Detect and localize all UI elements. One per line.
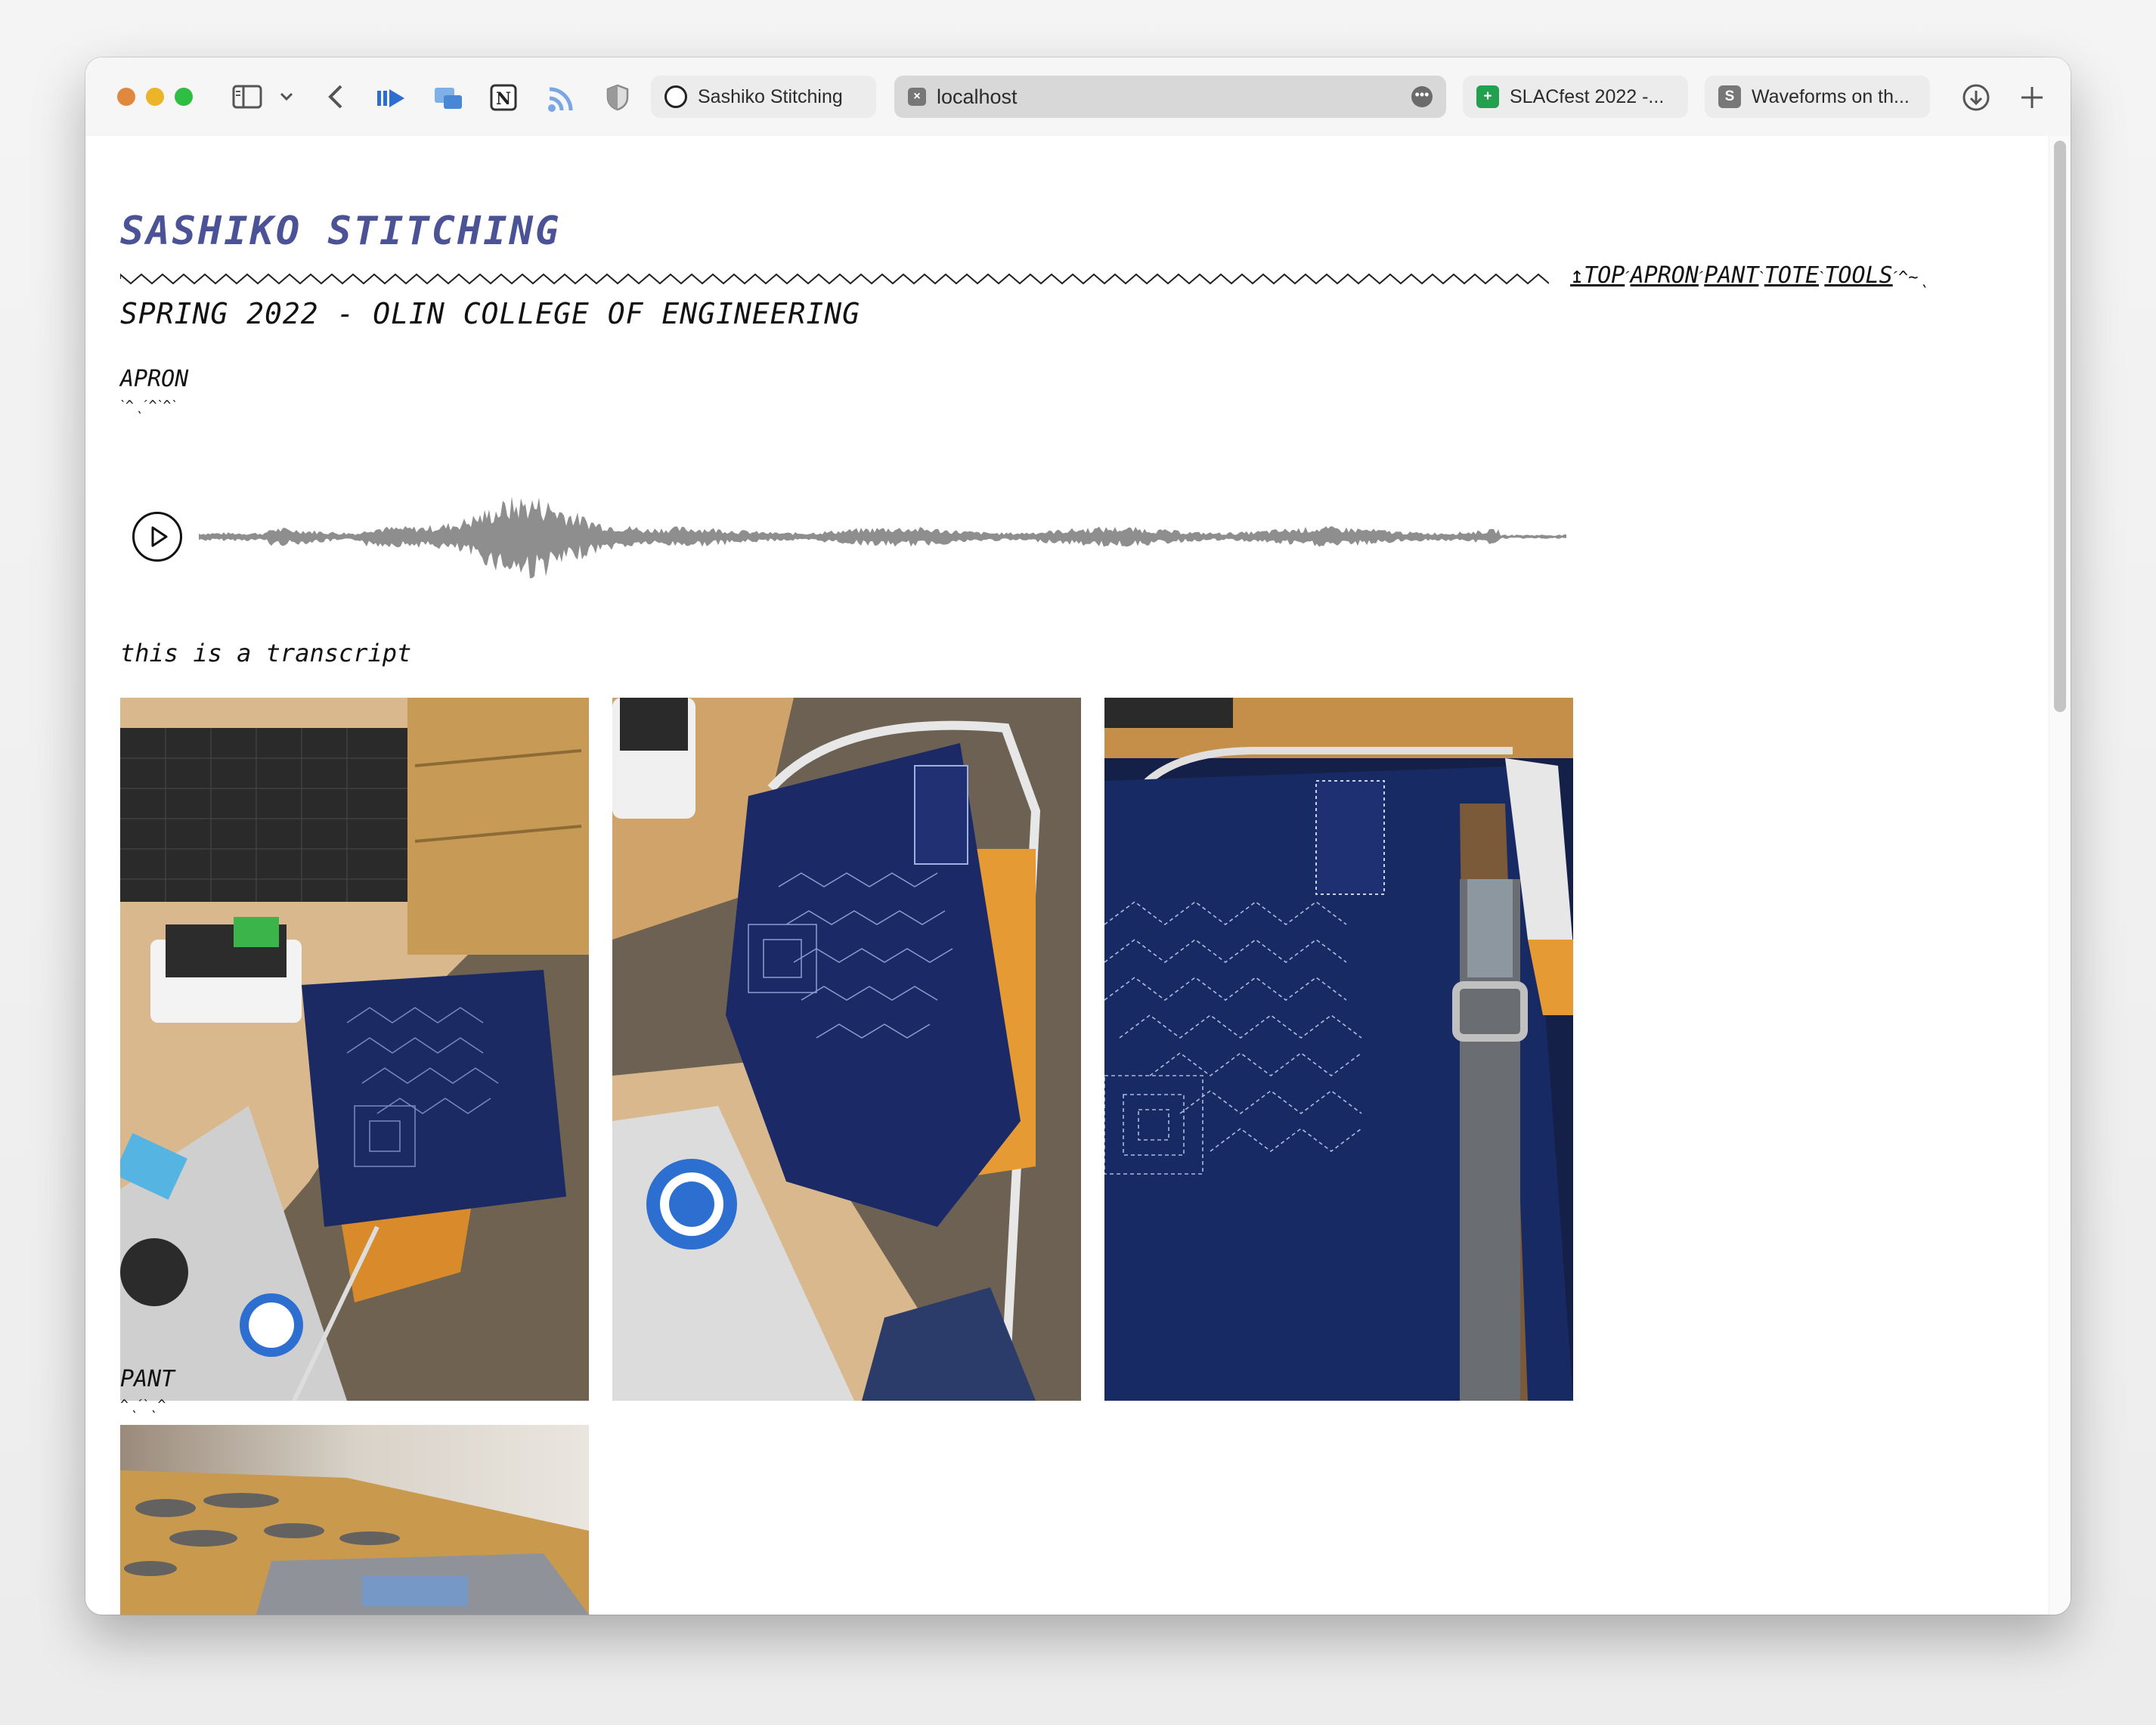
section-heading-apron: APRON [120, 366, 189, 392]
nav-separator: ˋ [1758, 268, 1764, 287]
more-icon[interactable]: ••• [1411, 86, 1433, 107]
apron-photo-desk [120, 698, 589, 1401]
tab-title: Sashiko Stitching [698, 85, 843, 107]
back-icon[interactable] [326, 83, 345, 110]
nav-separator: ˊ [1625, 268, 1631, 287]
browser-toolbar: N Sashiko Stitching × localhost ••• + SL… [85, 57, 2071, 137]
transcript-text: this is a transcript [120, 639, 412, 667]
notion-icon[interactable]: N [489, 83, 518, 112]
section-heading-pant: PANT [120, 1366, 175, 1392]
rss-icon[interactable] [547, 83, 577, 113]
tab-title: localhost [937, 85, 1018, 108]
nav-tote-link[interactable]: TOTE [1764, 262, 1819, 289]
download-icon[interactable] [1962, 83, 1990, 112]
scrollbar-thumb[interactable] [2054, 141, 2066, 712]
section-underline-apron: ˋ^ˎˊ^ˋ^ˋ [120, 398, 178, 413]
tab-title: Waveforms on th... [1752, 85, 1910, 107]
tab-title: SLACfest 2022 -... [1510, 85, 1665, 107]
nav-tools-link[interactable]: TOOLS [1824, 262, 1892, 289]
section-nav: ↥TOPˊAPRONˊPANTˋTOTEˋTOOLSˊ^~ˎ [1570, 262, 1928, 289]
wavy-divider [120, 273, 1549, 285]
sheets-favicon: + [1476, 85, 1499, 108]
svg-text:N: N [496, 89, 511, 109]
localhost-favicon: × [908, 88, 926, 106]
audio-waveform[interactable] [199, 490, 1567, 584]
tab-slacfest[interactable]: + SLACfest 2022 -... [1463, 76, 1688, 118]
chevron-down-icon[interactable] [279, 91, 294, 103]
tab-waveforms[interactable]: S Waveforms on th... [1705, 76, 1930, 118]
nav-top-link[interactable]: ↥TOP [1570, 262, 1625, 289]
sidebar-icon[interactable] [232, 85, 262, 109]
play-icon [151, 526, 168, 547]
shield-icon[interactable] [606, 83, 630, 112]
tab-sashiko[interactable]: Sashiko Stitching [651, 76, 876, 118]
browser-window: N Sashiko Stitching × localhost ••• + SL… [85, 57, 2071, 1615]
extension-icon[interactable] [376, 88, 406, 109]
minimize-window-button[interactable] [146, 88, 164, 106]
scrollbar[interactable] [2049, 136, 2071, 1615]
new-tab-icon[interactable] [2019, 85, 2045, 110]
section-underline-pant: ^ˎˊˋˎ^ [120, 1397, 167, 1413]
tab-localhost[interactable]: × localhost ••• [894, 76, 1446, 118]
play-button[interactable] [132, 512, 182, 562]
zoom-window-button[interactable] [175, 88, 193, 106]
pip-icon[interactable] [433, 86, 463, 110]
pant-photo [120, 1425, 589, 1615]
apron-photo-closeup [1104, 698, 1573, 1401]
page-content: SASHIKO STITCHING ↥TOPˊAPRONˊPANTˋTOTEˋT… [85, 136, 2071, 1615]
page-subtitle: SPRING 2022 - OLIN COLLEGE OF ENGINEERIN… [120, 297, 860, 330]
close-window-button[interactable] [117, 88, 135, 106]
nav-apron-link[interactable]: APRON [1631, 262, 1699, 289]
s-favicon: S [1718, 85, 1741, 108]
nav-pant-link[interactable]: PANT [1704, 262, 1758, 289]
nav-trail: ˊ^~ˎ [1892, 268, 1928, 287]
page-title: SASHIKO STITCHING [120, 209, 562, 254]
sashiko-favicon [664, 85, 687, 108]
apron-photo-chair [612, 698, 1081, 1401]
